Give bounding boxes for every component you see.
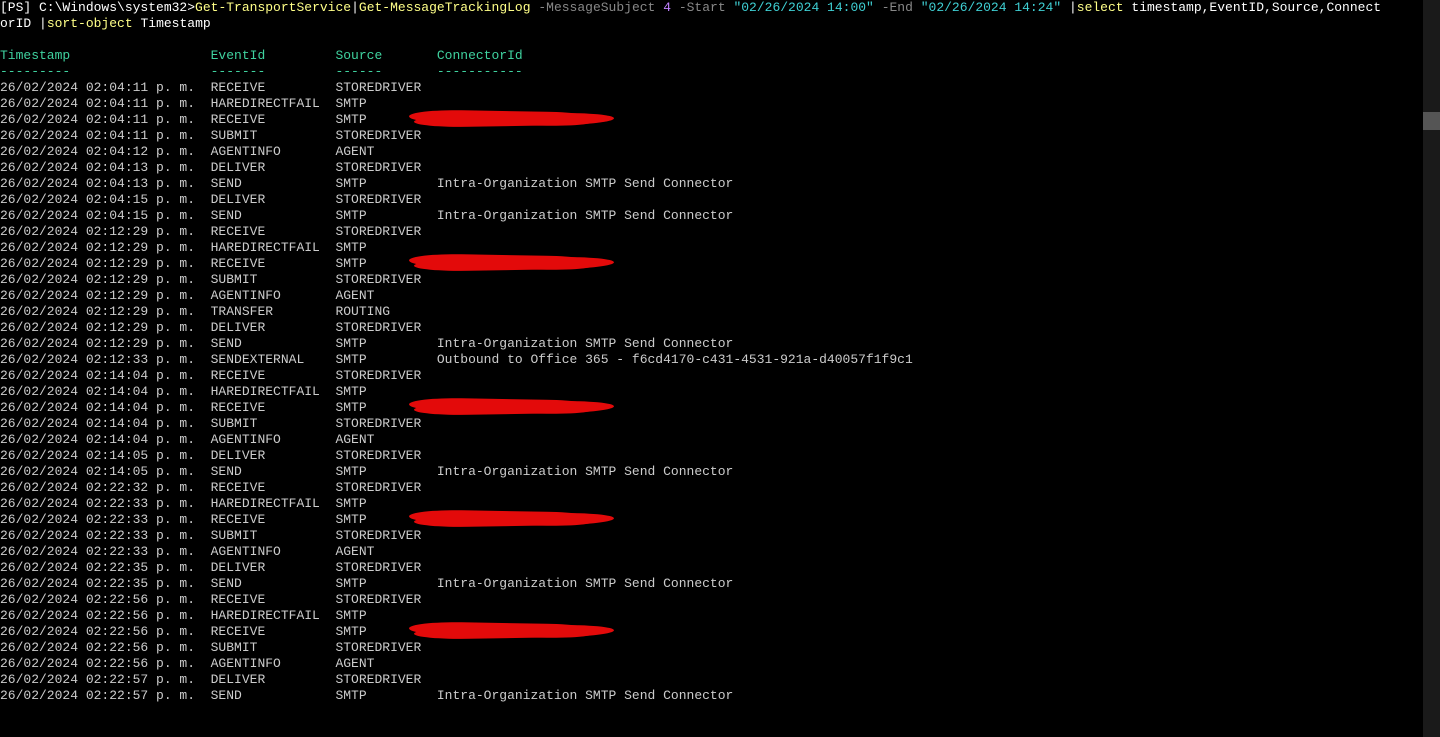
- log-row: 26/02/2024 02:22:33 p. m. AGENTINFO AGEN…: [0, 544, 437, 559]
- log-row: 26/02/2024 02:22:56 p. m. SUBMIT STOREDR…: [0, 640, 437, 655]
- log-row: 26/02/2024 02:12:29 p. m. SUBMIT STOREDR…: [0, 272, 437, 287]
- pipe: |: [1069, 0, 1077, 15]
- sort-column: Timestamp: [140, 16, 210, 31]
- log-row: 26/02/2024 02:22:56 p. m. RECEIVE STORED…: [0, 592, 437, 607]
- log-row: 26/02/2024 02:04:13 p. m. SEND SMTP Intr…: [0, 176, 733, 191]
- log-row: 26/02/2024 02:14:04 p. m. RECEIVE SMTP: [0, 400, 437, 415]
- header-underline: --------- ------- ------ -----------: [0, 64, 523, 79]
- log-row: 26/02/2024 02:22:56 p. m. HAREDIRECTFAIL…: [0, 608, 437, 623]
- select-columns: timestamp,EventID,Source,Connect: [1131, 0, 1381, 15]
- param-messagesubject: -MessageSubject: [538, 0, 655, 15]
- log-row: 26/02/2024 02:12:29 p. m. RECEIVE STORED…: [0, 224, 437, 239]
- log-row: 26/02/2024 02:14:05 p. m. SEND SMTP Intr…: [0, 464, 733, 479]
- log-row: 26/02/2024 02:22:33 p. m. RECEIVE SMTP: [0, 512, 437, 527]
- log-row: 26/02/2024 02:04:11 p. m. HAREDIRECTFAIL…: [0, 96, 437, 111]
- log-row: 26/02/2024 02:22:35 p. m. DELIVER STORED…: [0, 560, 437, 575]
- log-row: 26/02/2024 02:04:12 p. m. AGENTINFO AGEN…: [0, 144, 437, 159]
- log-row: 26/02/2024 02:22:33 p. m. SUBMIT STOREDR…: [0, 528, 437, 543]
- pipe: |: [39, 16, 47, 31]
- cmd-wrap: orID: [0, 16, 39, 31]
- scrollbar-track[interactable]: [1423, 0, 1440, 737]
- log-row: 26/02/2024 02:12:29 p. m. HAREDIRECTFAIL…: [0, 240, 437, 255]
- param-end: -End: [882, 0, 913, 15]
- log-row: 26/02/2024 02:14:04 p. m. SUBMIT STOREDR…: [0, 416, 437, 431]
- log-row: 26/02/2024 02:04:11 p. m. RECEIVE STORED…: [0, 80, 437, 95]
- log-row: 26/02/2024 02:12:29 p. m. TRANSFER ROUTI…: [0, 304, 437, 319]
- log-row: 26/02/2024 02:04:11 p. m. SUBMIT STOREDR…: [0, 128, 437, 143]
- param-start: -Start: [679, 0, 726, 15]
- pipe: |: [351, 0, 359, 15]
- log-row: 26/02/2024 02:12:29 p. m. RECEIVE SMTP: [0, 256, 437, 271]
- log-row: 26/02/2024 02:22:57 p. m. DELIVER STORED…: [0, 672, 437, 687]
- log-row: 26/02/2024 02:22:57 p. m. SEND SMTP Intr…: [0, 688, 733, 703]
- log-row: 26/02/2024 02:12:33 p. m. SENDEXTERNAL S…: [0, 352, 913, 367]
- log-row: 26/02/2024 02:22:56 p. m. AGENTINFO AGEN…: [0, 656, 437, 671]
- val-start: "02/26/2024 14:00": [733, 0, 873, 15]
- cmd-select: select: [1077, 0, 1124, 15]
- log-row: 26/02/2024 02:04:11 p. m. RECEIVE SMTP: [0, 112, 437, 127]
- log-row: 26/02/2024 02:04:15 p. m. SEND SMTP Intr…: [0, 208, 733, 223]
- val-messagesubject: 4: [663, 0, 671, 15]
- log-row: 26/02/2024 02:14:04 p. m. RECEIVE STORED…: [0, 368, 437, 383]
- log-row: 26/02/2024 02:14:05 p. m. DELIVER STORED…: [0, 448, 437, 463]
- log-row: 26/02/2024 02:04:15 p. m. DELIVER STORED…: [0, 192, 437, 207]
- log-row: 26/02/2024 02:22:33 p. m. HAREDIRECTFAIL…: [0, 496, 437, 511]
- log-row: 26/02/2024 02:12:29 p. m. SEND SMTP Intr…: [0, 336, 733, 351]
- log-row: 26/02/2024 02:22:56 p. m. RECEIVE SMTP: [0, 624, 437, 639]
- log-row: 26/02/2024 02:04:13 p. m. DELIVER STORED…: [0, 160, 437, 175]
- log-row: 26/02/2024 02:14:04 p. m. HAREDIRECTFAIL…: [0, 384, 437, 399]
- cmd-get-messagetrackinglog: Get-MessageTrackingLog: [359, 0, 531, 15]
- scrollbar-thumb[interactable]: [1423, 112, 1440, 130]
- log-row: 26/02/2024 02:22:32 p. m. RECEIVE STORED…: [0, 480, 437, 495]
- log-row: 26/02/2024 02:14:04 p. m. AGENTINFO AGEN…: [0, 432, 437, 447]
- ps-prompt: [PS] C:\Windows\system32>: [0, 0, 195, 15]
- log-row: 26/02/2024 02:12:29 p. m. AGENTINFO AGEN…: [0, 288, 437, 303]
- log-row: 26/02/2024 02:12:29 p. m. DELIVER STORED…: [0, 320, 437, 335]
- log-row: 26/02/2024 02:22:35 p. m. SEND SMTP Intr…: [0, 576, 733, 591]
- cmd-get-transportservice: Get-TransportService: [195, 0, 351, 15]
- cmd-sort-object: sort-object: [47, 16, 133, 31]
- powershell-terminal[interactable]: [PS] C:\Windows\system32>Get-TransportSe…: [0, 0, 1440, 704]
- val-end: "02/26/2024 14:24": [921, 0, 1061, 15]
- header-row: Timestamp EventId Source ConnectorId: [0, 48, 523, 63]
